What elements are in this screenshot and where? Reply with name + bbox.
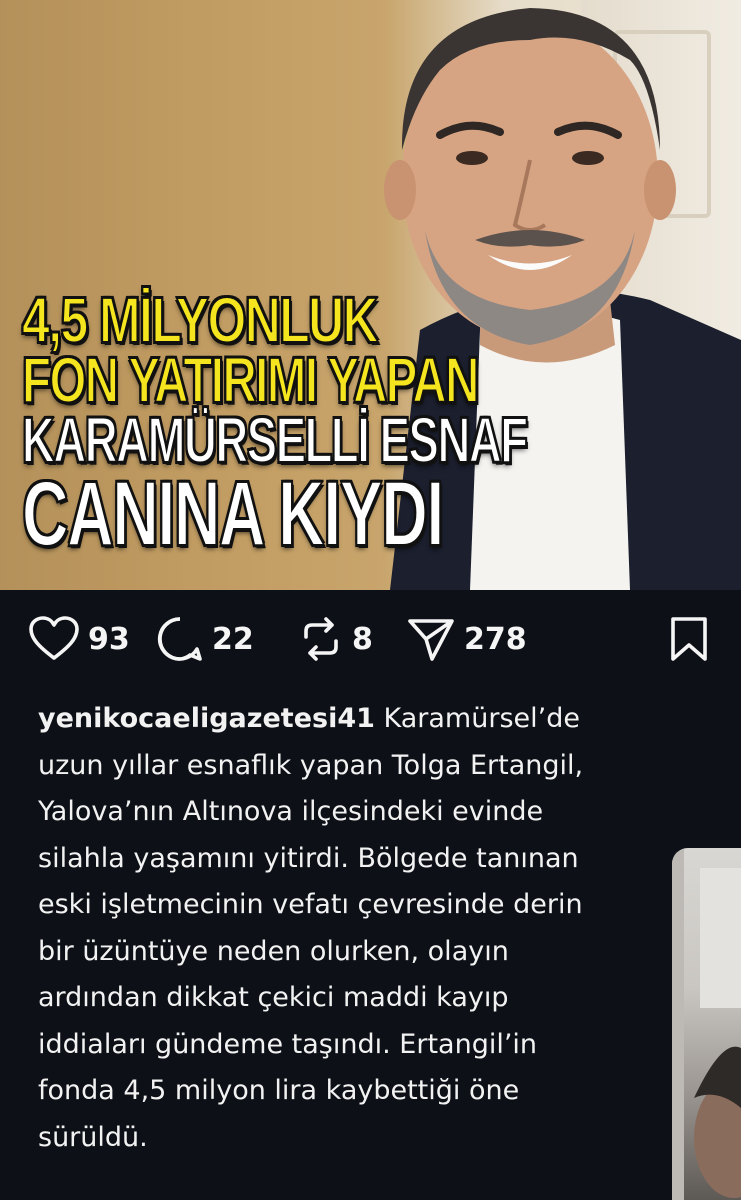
comment-button[interactable]: 22	[156, 614, 254, 664]
caption-text: Karamürsel’de	[374, 703, 580, 734]
share-count: 278	[464, 621, 527, 657]
post-caption: yenikocaeligazetesi41 Karamürsel’de uzun…	[38, 696, 728, 1161]
caption-line: ardından dikkat çekici maddi kayıp	[38, 982, 509, 1013]
comment-count: 22	[212, 621, 254, 657]
caption-line: Yalova’nın Altınova ilçesindeki evinde	[38, 796, 544, 827]
caption-line: silahla yaşamını yitirdi. Bölgede tanına…	[38, 842, 579, 874]
like-count: 93	[88, 621, 130, 657]
send-icon	[406, 615, 456, 663]
caption-line: yenikocaeligazetesi41 Karamürsel’de	[38, 696, 728, 743]
caption-line: bir üzüntüye neden olurken, olayın	[38, 935, 509, 967]
post-image[interactable]: 4,5 MİLYONLUK FON YATIRIMI YAPAN KARAMÜR…	[0, 0, 741, 590]
like-button[interactable]: 93	[28, 614, 130, 664]
heart-icon	[28, 616, 80, 662]
repost-count: 8	[352, 621, 373, 657]
headline: 4,5 MİLYONLUK FON YATIRIMI YAPAN KARAMÜR…	[21, 284, 622, 565]
username-link[interactable]: yenikocaeligazetesi41	[38, 703, 375, 734]
share-button[interactable]: 278	[406, 614, 527, 664]
comment-icon	[156, 615, 204, 663]
headline-line-4: CANINA KIYDI	[21, 463, 445, 565]
caption-line: iddiaları gündeme taşındı. Ertangil’in	[38, 1028, 538, 1060]
pip-person-photo	[672, 848, 741, 1200]
caption-line: eski işletmecinin vefatı çevresinde deri…	[38, 889, 583, 920]
headline-line-2: FON YATIRIMI YAPAN	[21, 344, 480, 416]
caption-line: uzun yıllar esnaflık yapan Tolga Ertangi…	[38, 749, 584, 781]
caption-line: fonda 4,5 milyon lira kaybettiği öne	[38, 1075, 520, 1106]
caption-line: sürüldü.	[38, 1121, 148, 1153]
repost-icon	[298, 615, 344, 663]
video-thumbnail-overlay[interactable]	[672, 848, 741, 1200]
bookmark-icon	[668, 615, 710, 663]
save-button[interactable]	[668, 614, 710, 664]
headline-line-1: 4,5 MİLYONLUK	[21, 284, 379, 356]
repost-button[interactable]: 8	[298, 614, 373, 664]
action-bar: 93 22 8 278	[0, 600, 741, 680]
